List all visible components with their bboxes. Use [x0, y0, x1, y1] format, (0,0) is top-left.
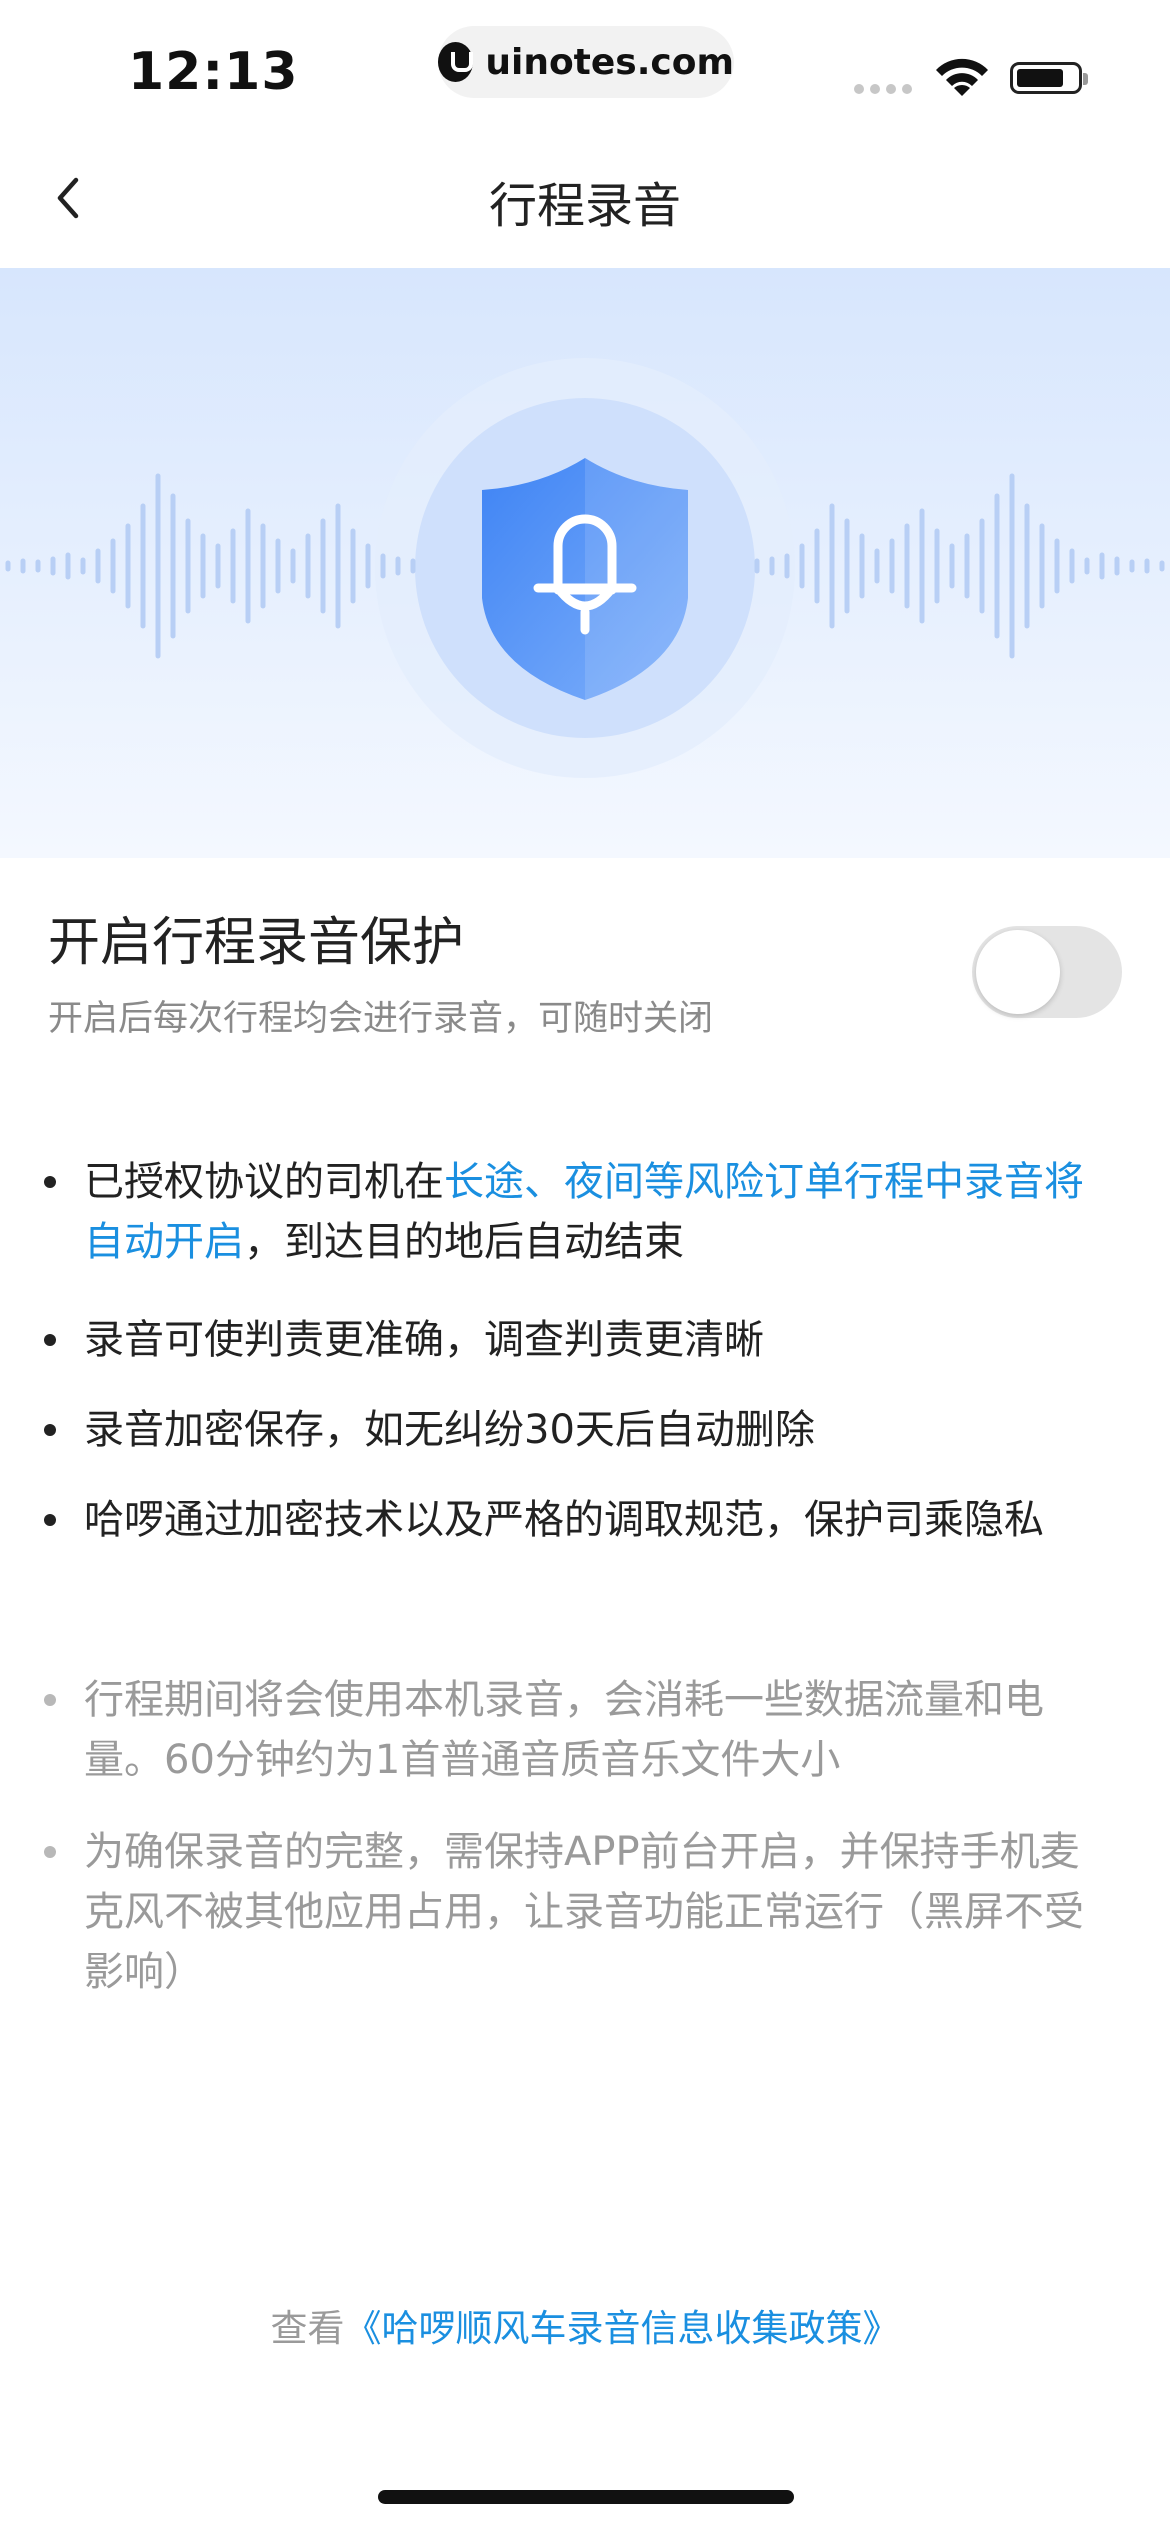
site-logo-icon	[438, 42, 474, 82]
url-text: uinotes.com	[485, 41, 734, 83]
bullet-text: 已授权协议的司机在	[84, 1159, 444, 1205]
home-indicator	[378, 2490, 794, 2504]
policy-footer: 查看《哈啰顺风车录音信息收集政策》	[0, 2298, 1170, 2352]
recording-protection-toggle[interactable]	[972, 926, 1122, 1018]
url-pill[interactable]: uinotes.com	[438, 26, 734, 98]
note-item: 为确保录音的完整，需保持APP前台开启，并保持手机麦克风不被其他应用占用，让录音…	[44, 1822, 1104, 2002]
note-item: 行程期间将会使用本机录音，会消耗一些数据流量和电量。60分钟约为1首普通音质音乐…	[44, 1670, 1104, 1790]
status-time: 12:13	[128, 42, 299, 102]
page-title: 行程录音	[488, 178, 681, 234]
toggle-knob	[976, 930, 1060, 1014]
status-bar: 12:13 uinotes.com	[0, 0, 1170, 130]
battery-icon	[1010, 62, 1088, 94]
policy-prefix: 查看	[270, 2307, 345, 2350]
list-item: 录音可使判责更准确，调查判责更清晰	[44, 1310, 1104, 1370]
hero-banner	[0, 268, 1170, 858]
list-item: 哈啰通过加密技术以及严格的调取规范，保护司乘隐私	[44, 1490, 1104, 1550]
nav-bar: 行程录音	[0, 130, 1170, 266]
list-item: 录音加密保存，如无纠纷30天后自动删除	[44, 1400, 1104, 1460]
cellular-signal-icon	[854, 84, 912, 94]
bullet-text: ，到达目的地后自动结束	[244, 1219, 684, 1265]
wifi-icon	[936, 58, 988, 96]
list-item: 已授权协议的司机在长途、夜间等风险订单行程中录音将自动开启，到达目的地后自动结束	[44, 1152, 1104, 1272]
toggle-title: 开启行程录音保护	[48, 913, 465, 973]
policy-link[interactable]: 《哈啰顺风车录音信息收集政策》	[345, 2307, 900, 2350]
toggle-subtitle: 开启后每次行程均会进行录音，可随时关闭	[48, 999, 714, 1039]
sound-wave-illustration	[5, 358, 1165, 778]
